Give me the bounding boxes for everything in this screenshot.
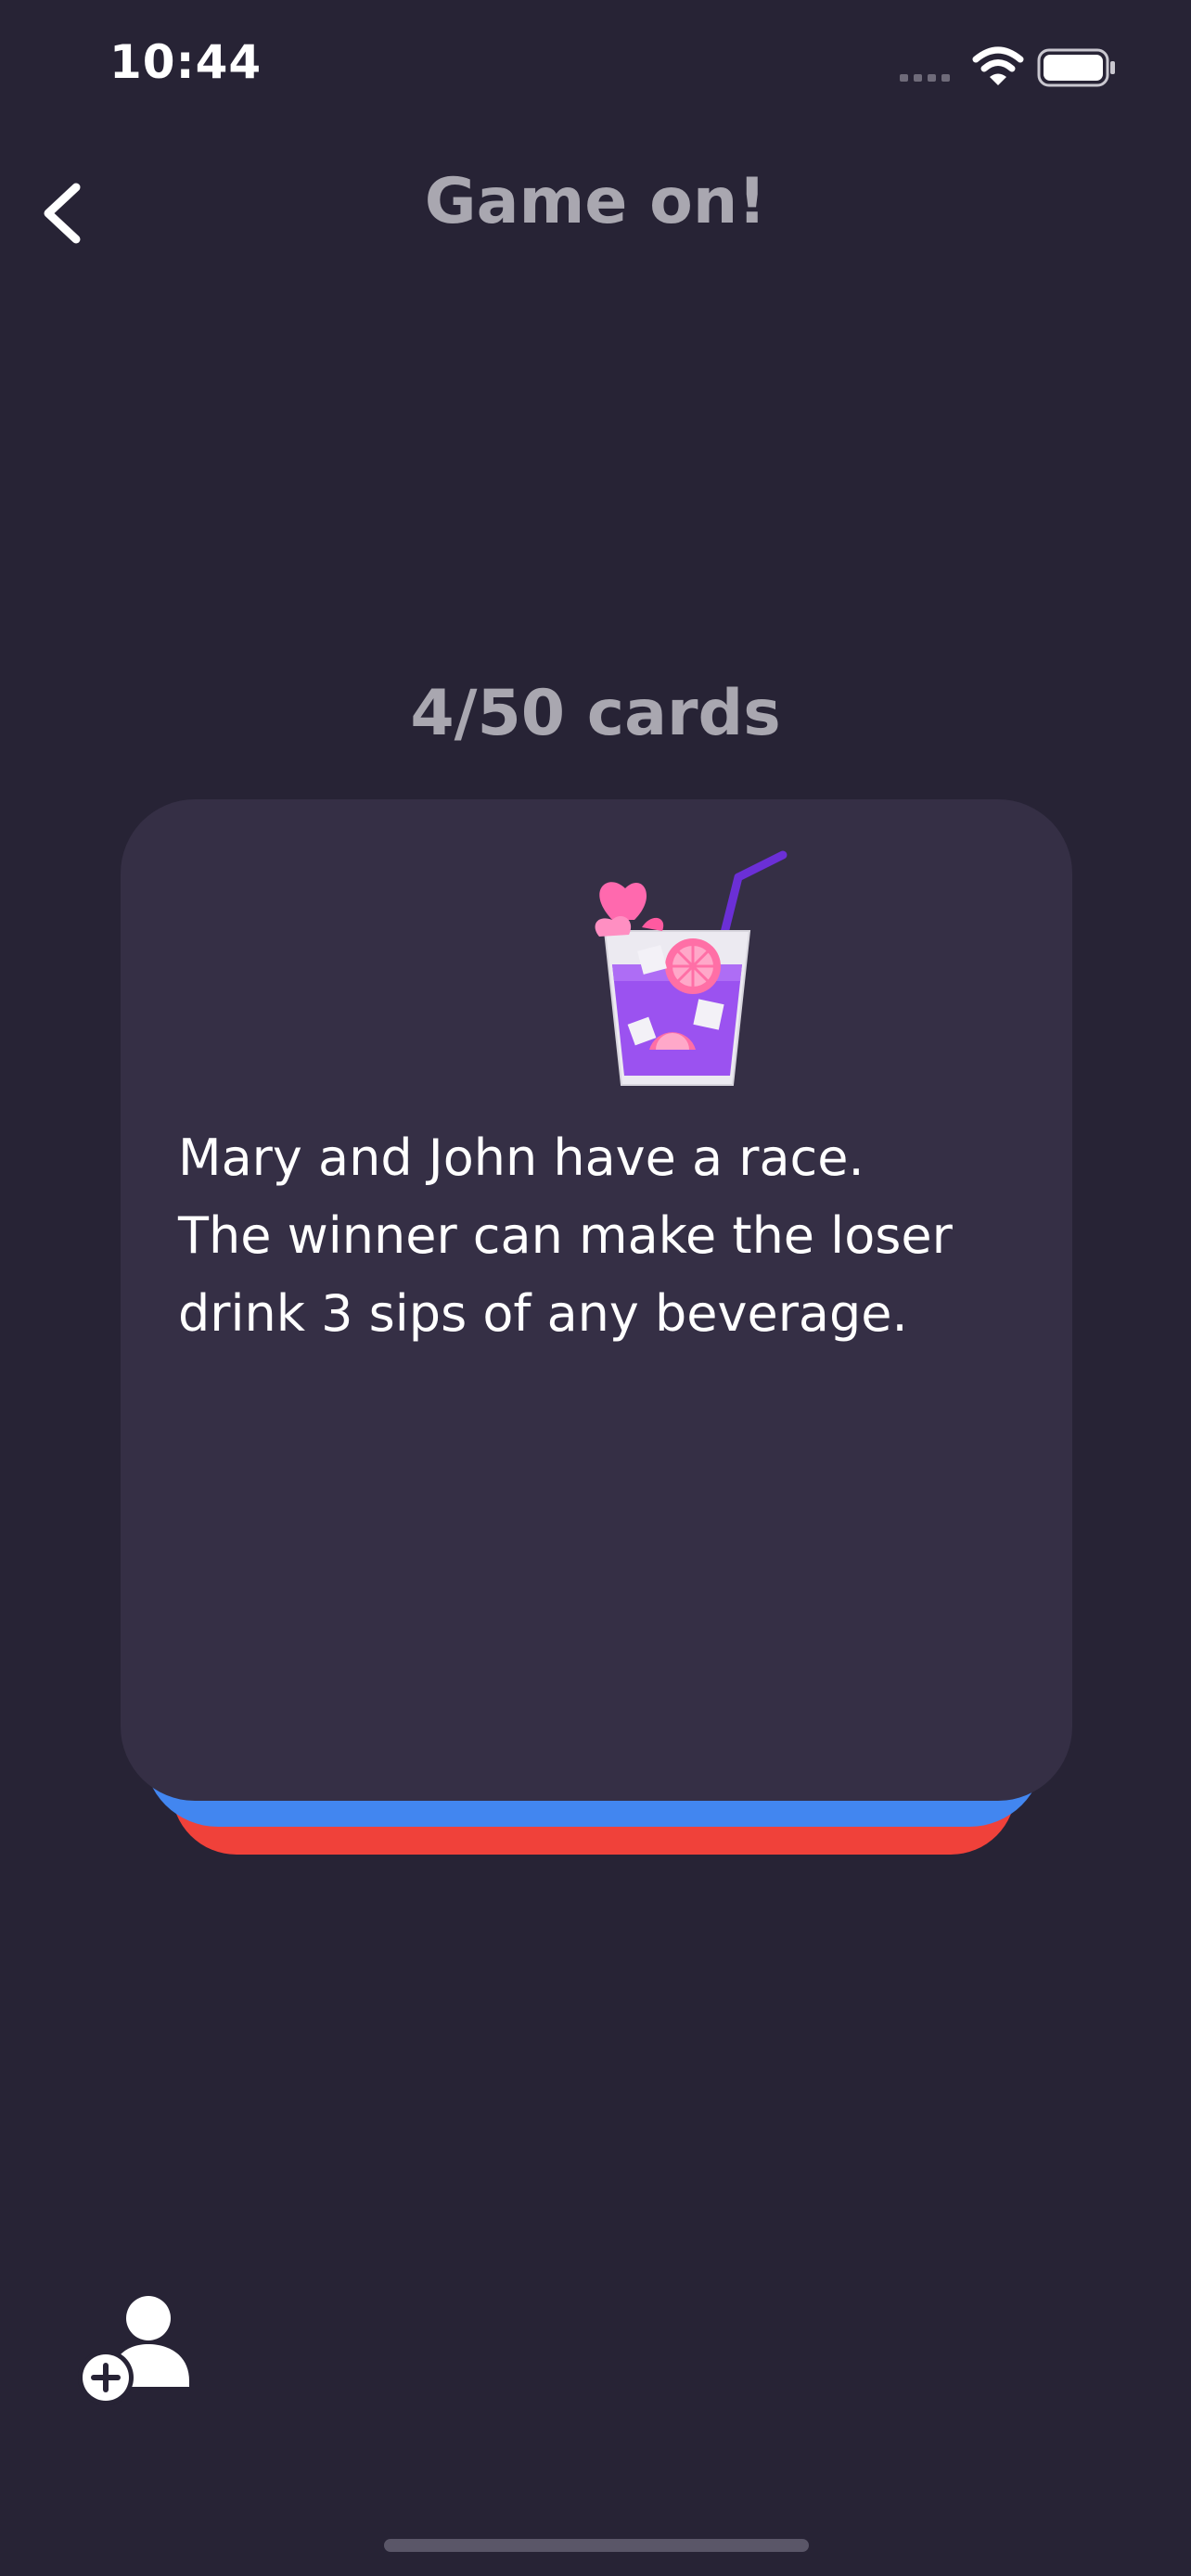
card-counter: 4/50 cards — [410, 677, 781, 750]
add-player-button[interactable] — [74, 2290, 195, 2411]
home-indicator — [384, 2539, 809, 2552]
card-prompt: Mary and John have a race. The winner ca… — [178, 1129, 953, 1343]
cocktail-glass-icon — [595, 850, 788, 1086]
add-player-icon — [78, 2296, 189, 2405]
wifi-icon — [972, 46, 1024, 85]
battery-icon — [1037, 48, 1115, 87]
game-card[interactable]: Mary and John have a race. The winner ca… — [121, 799, 1072, 1801]
status-time: 10:44 — [109, 35, 263, 89]
page-title: Game on! — [424, 165, 767, 238]
cellular-signal-icon — [900, 74, 950, 82]
status-bar: 10:44 — [0, 0, 1191, 139]
